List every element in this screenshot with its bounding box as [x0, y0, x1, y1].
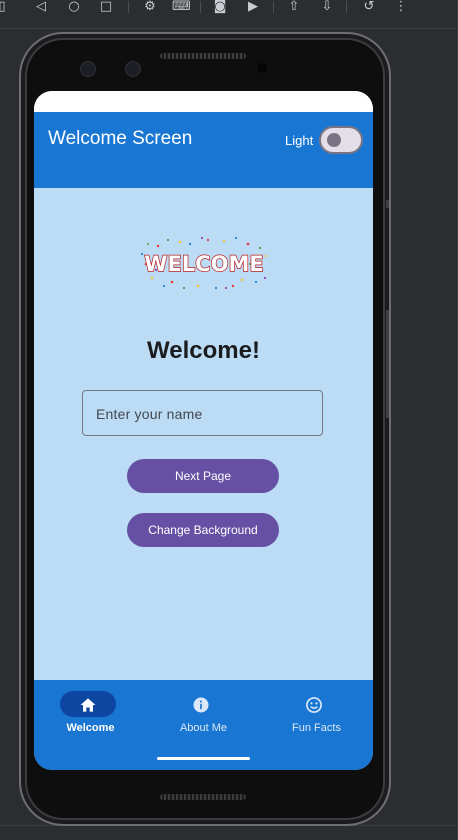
nav-label-about-me: About Me: [179, 722, 228, 734]
front-camera: [80, 61, 96, 77]
home-icon: [80, 698, 96, 712]
undo-icon[interactable]: ↺: [361, 0, 377, 14]
switch-thumb: [327, 133, 341, 147]
back-icon[interactable]: ◁: [33, 0, 49, 14]
name-input-placeholder: Enter your name: [96, 406, 203, 422]
overview-icon[interactable]: □: [98, 0, 114, 14]
welcome-logo-image: WELCOME: [140, 236, 268, 290]
gesture-handle[interactable]: [157, 757, 250, 760]
nav-label-welcome: Welcome: [66, 722, 115, 734]
name-input[interactable]: Enter your name: [82, 390, 323, 436]
smiley-icon: [306, 697, 322, 713]
next-page-button[interactable]: Next Page: [127, 459, 279, 493]
download-icon[interactable]: ⇩: [319, 0, 335, 14]
settings-icon[interactable]: ⚙: [142, 0, 158, 14]
theme-toggle-switch[interactable]: [319, 126, 363, 154]
nav-label-fun-facts: Fun Facts: [292, 722, 341, 734]
device-volume-button: [386, 310, 389, 418]
home-icon[interactable]: ○: [66, 0, 82, 14]
app-title: Welcome Screen: [48, 128, 193, 149]
keyboard-icon[interactable]: ⌨: [172, 0, 191, 14]
record-icon[interactable]: ▶: [245, 0, 261, 14]
logo-text: WELCOME: [144, 252, 263, 276]
proximity-sensor: [257, 63, 267, 73]
upload-icon[interactable]: ⇧: [286, 0, 302, 14]
app-screen: Welcome Screen Light WELCOME Welcome! En…: [34, 91, 373, 770]
toolbar-divider: [346, 1, 347, 13]
status-bar: [34, 91, 373, 112]
rotate-icon[interactable]: ▯: [0, 0, 10, 14]
toolbar-divider: [273, 1, 274, 13]
bottom-speaker: [160, 794, 246, 800]
nav-item-welcome[interactable]: Welcome: [34, 680, 147, 770]
device-side-button: [386, 200, 389, 208]
emulator-toolbar: ▯ ◁ ○ □ ⚙ ⌨ ◙ ▶ ⇧ ⇩ ↺ ⋮: [0, 0, 458, 18]
toolbar-border: [0, 28, 458, 29]
front-sensor: [125, 61, 141, 77]
change-background-button[interactable]: Change Background: [127, 513, 279, 547]
more-icon[interactable]: ⋮: [393, 0, 409, 14]
toolbar-divider: [200, 1, 201, 13]
top-app-bar: [34, 112, 373, 188]
theme-toggle-label: Light: [285, 133, 314, 148]
nav-item-fun-facts[interactable]: Fun Facts: [260, 680, 373, 770]
earpiece-speaker: [160, 53, 246, 59]
welcome-heading: Welcome!: [147, 337, 260, 364]
camera-icon[interactable]: ◙: [212, 0, 228, 14]
toolbar-divider: [128, 1, 129, 13]
info-icon: [193, 697, 209, 713]
